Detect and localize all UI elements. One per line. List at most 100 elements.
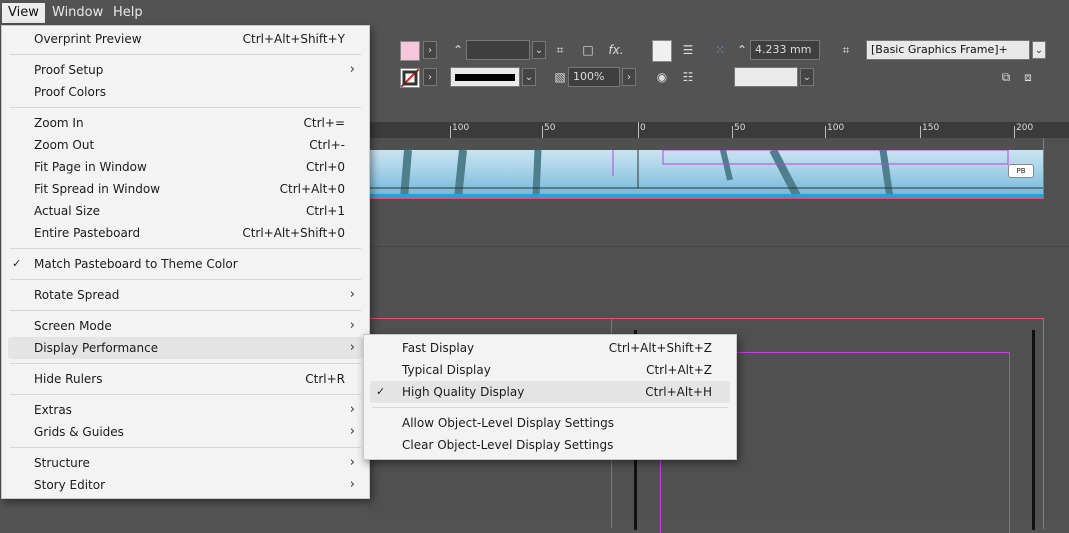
clear-overrides-icon[interactable]: ⧉ <box>998 69 1014 85</box>
wrap-none-icon[interactable] <box>652 40 672 62</box>
menu-item-extras[interactable]: Extras › <box>8 399 363 421</box>
menu-item-match-pasteboard[interactable]: ✓ Match Pasteboard to Theme Color <box>8 253 363 275</box>
menu-item-label: Actual Size <box>34 204 101 218</box>
opacity-icon[interactable]: ▧ <box>552 69 568 85</box>
menu-window[interactable]: Window <box>46 3 109 23</box>
menu-item-shortcut: Ctrl+Alt+H <box>645 385 712 399</box>
effects-fx-icon[interactable]: fx. <box>608 42 624 58</box>
bleed-guide <box>1043 138 1044 199</box>
menu-item-proof-setup[interactable]: Proof Setup › <box>8 59 363 81</box>
ruler-label: 50 <box>544 123 556 133</box>
menu-item-rotate-spread[interactable]: Rotate Spread › <box>8 284 363 306</box>
menu-separator <box>10 363 361 364</box>
menu-item-actual-size[interactable]: Actual Size Ctrl+1 <box>8 200 363 222</box>
reference-point-icon[interactable]: ⁙ <box>712 42 728 58</box>
bleed-guide <box>368 198 1044 199</box>
menu-item-shortcut: Ctrl+= <box>303 116 345 130</box>
menu-item-label: Match Pasteboard to Theme Color <box>34 257 238 271</box>
object-style-dropdown[interactable]: ⌄ <box>1032 41 1046 59</box>
object-style-icon[interactable]: ⌗ <box>838 42 854 58</box>
menu-item-story-editor[interactable]: Story Editor › <box>8 474 363 496</box>
control-panel: › › ⌃ ⌄ ⌄ ⌗ □ fx. ▧ 100% › ☰ ◉ ☷ ⁙ ⌃ 4.2… <box>368 26 1069 95</box>
object-style-select[interactable]: [Basic Graphics Frame]+ <box>866 40 1030 60</box>
menu-item-proof-colors[interactable]: Proof Colors <box>8 81 363 103</box>
menu-item-display-performance[interactable]: Display Performance › <box>8 337 363 359</box>
ruler-tick <box>732 126 733 138</box>
stroke-weight-input[interactable] <box>466 40 530 60</box>
menu-item-fit-page[interactable]: Fit Page in Window Ctrl+0 <box>8 156 363 178</box>
placed-image[interactable]: PB <box>368 150 1043 198</box>
menu-item-zoom-out[interactable]: Zoom Out Ctrl+- <box>8 134 363 156</box>
menu-item-label: Proof Colors <box>34 85 106 99</box>
menu-separator <box>372 407 728 408</box>
stroke-menu-arrow[interactable]: › <box>423 68 437 86</box>
menu-item-fit-spread[interactable]: Fit Spread in Window Ctrl+Alt+0 <box>8 178 363 200</box>
menu-item-zoom-in[interactable]: Zoom In Ctrl+= <box>8 112 363 134</box>
menu-item-label: Clear Object-Level Display Settings <box>402 438 614 452</box>
menu-item-label: Typical Display <box>402 363 491 377</box>
menu-separator <box>10 248 361 249</box>
submenu-item-high-quality-display[interactable]: ✓ High Quality Display Ctrl+Alt+H <box>370 381 730 403</box>
menu-item-label: Fit Spread in Window <box>34 182 161 196</box>
menu-item-label: Allow Object-Level Display Settings <box>402 416 615 430</box>
submenu-item-fast-display[interactable]: Fast Display Ctrl+Alt+Shift+Z <box>370 337 730 359</box>
menu-item-shortcut: Ctrl+0 <box>305 160 345 174</box>
menu-item-entire-pasteboard[interactable]: Entire Pasteboard Ctrl+Alt+Shift+0 <box>8 222 363 244</box>
spread-divider <box>368 246 1069 247</box>
stroke-swatch[interactable] <box>400 68 420 88</box>
chevron-right-icon: › <box>349 287 355 302</box>
submenu-item-typical-display[interactable]: Typical Display Ctrl+Alt+Z <box>370 359 730 381</box>
chevron-right-icon: › <box>349 402 355 417</box>
chevron-right-icon: › <box>349 424 355 439</box>
menu-item-shortcut: Ctrl+Alt+0 <box>279 182 345 196</box>
menu-item-shortcut: Ctrl+- <box>309 138 345 152</box>
frame-fitting-select[interactable] <box>734 67 798 87</box>
menu-item-label: Extras <box>34 403 72 417</box>
frame-fitting-dropdown[interactable]: ⌄ <box>800 68 814 86</box>
stroke-type-select[interactable] <box>450 67 520 87</box>
menubar: View Window Help <box>0 0 1069 26</box>
wrap-bounding-icon[interactable]: ☰ <box>680 42 696 58</box>
measure-stepper[interactable]: ⌃ <box>734 42 750 58</box>
stroke-weight-dropdown[interactable]: ⌄ <box>532 41 546 59</box>
opacity-input[interactable]: 100% <box>568 67 620 87</box>
ruler-label: 100 <box>452 123 470 133</box>
break-link-icon[interactable]: ⧈ <box>1020 69 1036 85</box>
menu-item-overprint-preview[interactable]: Overprint Preview Ctrl+Alt+Shift+Y <box>8 28 363 50</box>
submenu-item-allow-object-level[interactable]: Allow Object-Level Display Settings <box>370 412 730 434</box>
stroke-type-dropdown[interactable]: ⌄ <box>522 68 536 86</box>
menu-item-label: Grids & Guides <box>34 425 124 439</box>
menu-item-label: Proof Setup <box>34 63 104 77</box>
menu-item-label: High Quality Display <box>402 385 525 399</box>
corner-options-icon[interactable]: ⌗ <box>552 42 568 58</box>
ruler-tick <box>542 126 543 138</box>
menu-item-shortcut: Ctrl+1 <box>305 204 345 218</box>
menu-view[interactable]: View <box>2 3 45 23</box>
menu-item-hide-rulers[interactable]: Hide Rulers Ctrl+R <box>8 368 363 390</box>
ruler-label: 200 <box>1016 123 1034 133</box>
wrap-jump-icon[interactable]: ☷ <box>680 69 696 85</box>
menu-item-grids-guides[interactable]: Grids & Guides › <box>8 421 363 443</box>
drop-shadow-icon[interactable]: □ <box>580 42 596 58</box>
menu-item-label: Display Performance <box>34 341 159 355</box>
fill-swatch[interactable] <box>400 41 420 61</box>
page-badge: PB <box>1008 164 1034 178</box>
document-canvas[interactable]: PB <box>368 138 1069 533</box>
menu-help[interactable]: Help <box>107 3 149 23</box>
opacity-menu-arrow[interactable]: › <box>622 68 636 86</box>
menu-item-label: Fast Display <box>402 341 475 355</box>
submenu-item-clear-object-level[interactable]: Clear Object-Level Display Settings <box>370 434 730 456</box>
chevron-right-icon: › <box>349 455 355 470</box>
fill-menu-arrow[interactable]: › <box>423 41 437 59</box>
stroke-weight-stepper[interactable]: ⌃ <box>450 42 466 58</box>
menu-item-shortcut: Ctrl+R <box>305 372 345 386</box>
menu-item-structure[interactable]: Structure › <box>8 452 363 474</box>
ruler-tick <box>638 122 639 138</box>
wrap-shape-icon[interactable]: ◉ <box>654 69 670 85</box>
menu-item-screen-mode[interactable]: Screen Mode › <box>8 315 363 337</box>
ruler-label: 100 <box>827 123 845 133</box>
menu-item-shortcut: Ctrl+Alt+Shift+0 <box>242 226 345 240</box>
page-edge <box>1032 330 1035 530</box>
chevron-right-icon: › <box>349 62 355 77</box>
measure-input[interactable]: 4.233 mm <box>750 40 820 60</box>
